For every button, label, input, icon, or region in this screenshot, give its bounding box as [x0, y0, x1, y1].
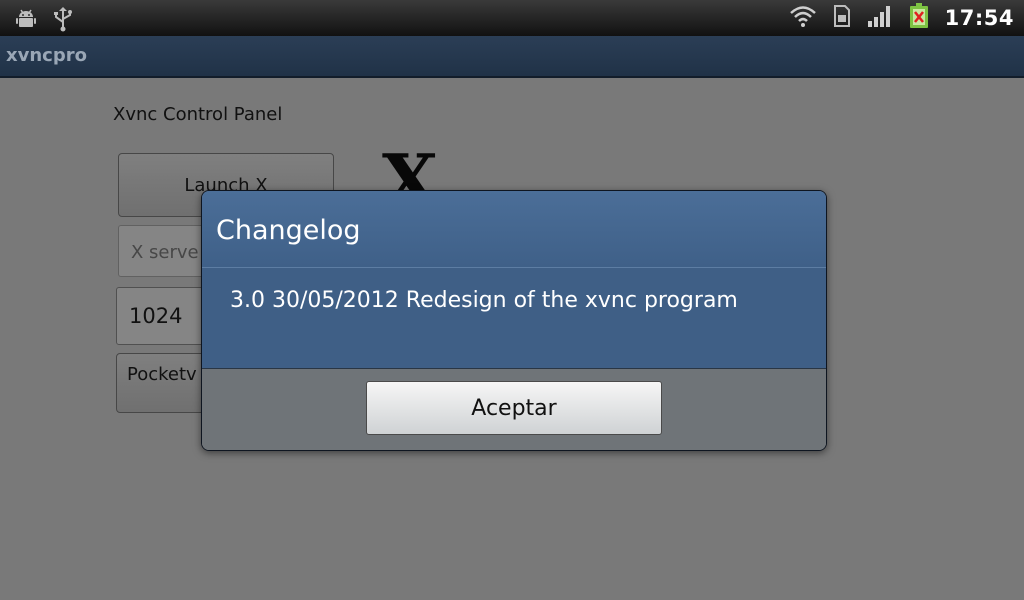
dialog-footer: Aceptar [202, 368, 826, 450]
action-bar: xvncpro [0, 36, 1024, 78]
dialog-header: Changelog [202, 191, 826, 267]
status-left-icons [14, 6, 74, 36]
app-title: xvncpro [6, 45, 87, 66]
status-right-icons: 17:54 [789, 0, 1014, 36]
sim-card-icon [833, 4, 851, 32]
status-time: 17:54 [944, 6, 1014, 30]
status-bar: 17:54 [0, 0, 1024, 36]
dialog-body: 3.0 30/05/2012 Redesign of the xvnc prog… [202, 268, 826, 368]
android-debug-icon [14, 7, 38, 35]
dialog-message: 3.0 30/05/2012 Redesign of the xvnc prog… [230, 288, 738, 313]
dialog-title: Changelog [216, 215, 361, 246]
usb-icon [52, 6, 74, 36]
wifi-icon [789, 4, 817, 32]
signal-icon [867, 4, 893, 32]
aceptar-button[interactable]: Aceptar [366, 381, 662, 435]
battery-icon [909, 3, 929, 33]
changelog-dialog: Changelog 3.0 30/05/2012 Redesign of the… [201, 190, 827, 451]
